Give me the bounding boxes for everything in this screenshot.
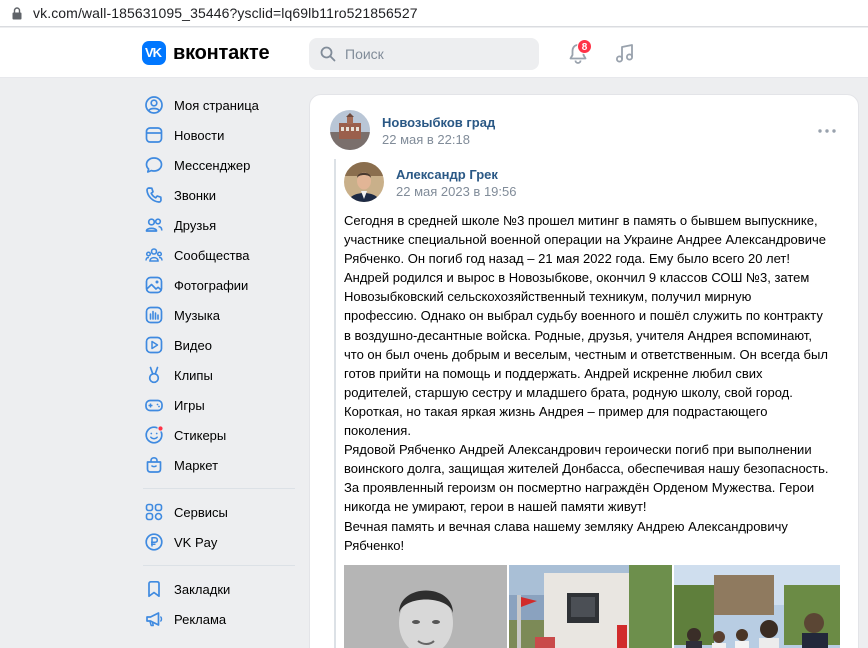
post-text-line: Андрей родился и вырос в Новозыбкове, ок… bbox=[344, 270, 810, 286]
sidebar-divider bbox=[143, 565, 295, 566]
post-text: Сегодня в средней школе №3 прошел митинг… bbox=[344, 211, 844, 555]
sidebar-item-services[interactable]: Сервисы bbox=[143, 497, 295, 527]
repost-author-avatar[interactable] bbox=[344, 162, 384, 202]
post-text-line: Короткая, но такая яркая жизнь Андрея – … bbox=[344, 403, 768, 419]
post-author[interactable]: Новозыбков град bbox=[382, 115, 495, 130]
sidebar-item-vkpay[interactable]: VK Pay bbox=[143, 527, 295, 557]
post-date[interactable]: 22 мая в 22:18 bbox=[382, 132, 470, 147]
post-card: Новозыбков град 22 мая в 22:18 Александр… bbox=[309, 94, 859, 648]
browser-address-bar[interactable]: vk.com/wall-185631095_35446?ysclid=lq69l… bbox=[0, 0, 868, 27]
post-text-line: Рябченко. Он погиб год назад – 21 мая 20… bbox=[344, 251, 790, 267]
post-photo-portrait[interactable] bbox=[344, 565, 507, 648]
music-icon[interactable] bbox=[614, 42, 636, 64]
sidebar-item-friends[interactable]: Друзья bbox=[143, 210, 295, 240]
post-text-line: Рябченко! bbox=[344, 537, 405, 553]
post-text-line: в воздушно-десантные войска. Родные, дру… bbox=[344, 327, 812, 343]
repost-date[interactable]: 22 мая 2023 в 19:56 bbox=[396, 184, 516, 199]
gamepad-icon bbox=[144, 395, 164, 415]
post-text-line: За проявленный героизм он посмертно нагр… bbox=[344, 480, 815, 496]
user-circle-icon bbox=[144, 95, 164, 115]
post-photo-students[interactable] bbox=[674, 565, 840, 648]
post-text-line: Вечная память и вечная слава нашему земл… bbox=[344, 518, 788, 534]
vk-header: VK вконтакте 8 bbox=[0, 28, 868, 78]
bookmark-icon bbox=[144, 579, 164, 599]
sidebar-item-my-page[interactable]: Моя страница bbox=[143, 90, 295, 120]
market-icon bbox=[144, 455, 164, 475]
sidebar-item-clips[interactable]: Клипы bbox=[143, 360, 295, 390]
sidebar-item-calls[interactable]: Звонки bbox=[143, 180, 295, 210]
post-photo-memorial-plaque[interactable] bbox=[509, 565, 672, 648]
music-icon bbox=[144, 305, 164, 325]
sidebar-item-stickers[interactable]: Стикеры bbox=[143, 420, 295, 450]
lock-icon bbox=[12, 6, 22, 19]
post-text-line: воинского долга, защищая жителей Донбасс… bbox=[344, 461, 829, 477]
sidebar-item-ads[interactable]: Реклама bbox=[143, 604, 295, 634]
vk-logo-text: вконтакте bbox=[173, 41, 270, 64]
communities-icon bbox=[144, 245, 164, 265]
more-options-icon[interactable] bbox=[818, 129, 836, 133]
post-text-line: поколения. bbox=[344, 423, 411, 439]
message-icon bbox=[144, 155, 164, 175]
sidebar-item-video[interactable]: Видео bbox=[143, 330, 295, 360]
community-avatar[interactable] bbox=[330, 110, 370, 150]
notification-badge: 8 bbox=[577, 39, 592, 54]
search-box[interactable] bbox=[309, 38, 539, 70]
friends-icon bbox=[144, 215, 164, 235]
url-text: vk.com/wall-185631095_35446?ysclid=lq69l… bbox=[33, 5, 418, 21]
post-text-line: родителей, старшую сестру и младшего бра… bbox=[344, 384, 793, 400]
vkpay-icon bbox=[144, 532, 164, 552]
post-text-line: готов прийти на помощь и поддержать. Анд… bbox=[344, 365, 763, 381]
photo-icon bbox=[144, 275, 164, 295]
megaphone-icon bbox=[144, 609, 164, 629]
post-text-line: Сегодня в средней школе №3 прошел митинг… bbox=[344, 213, 818, 228]
news-icon bbox=[144, 125, 164, 145]
post-text-line: участнике специальной военной операции н… bbox=[344, 232, 826, 248]
sidebar-item-news[interactable]: Новости bbox=[143, 120, 295, 150]
post-text-line: профессию. Однако он выбрал судьбу военн… bbox=[344, 308, 823, 324]
sidebar-item-messenger[interactable]: Мессенджер bbox=[143, 150, 295, 180]
repost-indicator-line bbox=[334, 159, 336, 648]
vk-logo-icon: VK bbox=[142, 41, 166, 65]
phone-icon bbox=[144, 185, 164, 205]
post-photos bbox=[344, 565, 840, 648]
sidebar-divider bbox=[143, 488, 295, 489]
post-text-line: никогда не умирают, герои в нашей памяти… bbox=[344, 499, 647, 515]
left-sidebar: Моя страница Новости Мессенджер Звонки Д… bbox=[143, 90, 295, 634]
repost-author[interactable]: Александр Грек bbox=[396, 167, 498, 182]
search-icon bbox=[320, 46, 336, 62]
sidebar-item-games[interactable]: Игры bbox=[143, 390, 295, 420]
sidebar-item-photos[interactable]: Фотографии bbox=[143, 270, 295, 300]
sidebar-item-market[interactable]: Маркет bbox=[143, 450, 295, 480]
post-text-line: Рядовой Рябченко Андрей Александрович ге… bbox=[344, 442, 812, 458]
sticker-icon bbox=[144, 425, 164, 445]
vk-logo[interactable]: VK вконтакте bbox=[142, 41, 270, 65]
video-icon bbox=[144, 335, 164, 355]
sidebar-item-music[interactable]: Музыка bbox=[143, 300, 295, 330]
sidebar-item-bookmarks[interactable]: Закладки bbox=[143, 574, 295, 604]
post-text-line: Новозыбковский сельскохозяйственный техн… bbox=[344, 289, 752, 305]
clips-icon bbox=[144, 365, 164, 385]
sidebar-item-communities[interactable]: Сообщества bbox=[143, 240, 295, 270]
search-input[interactable] bbox=[345, 46, 525, 62]
services-icon bbox=[144, 502, 164, 522]
post-text-line: что он был очень добрым и веселым, честн… bbox=[344, 346, 828, 362]
